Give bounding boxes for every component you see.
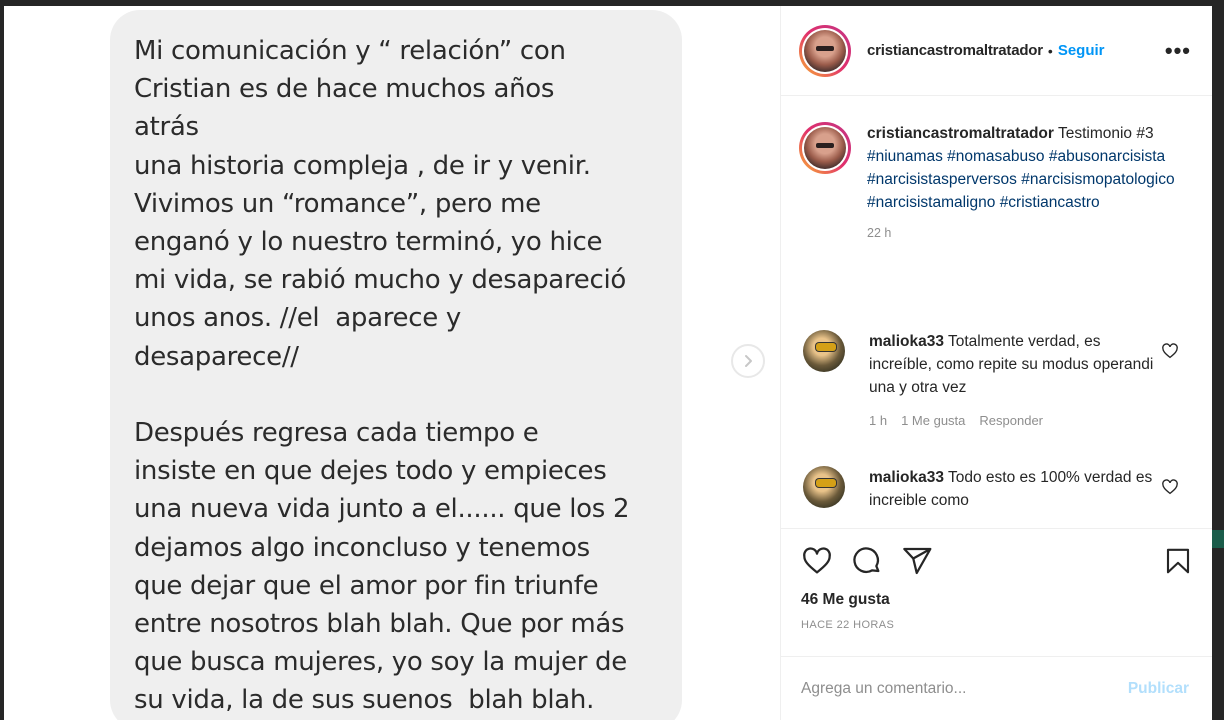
commenter-avatar[interactable] [803, 330, 845, 372]
comment-time[interactable]: 1 h [869, 413, 887, 428]
post-caption: cristiancastromaltratador Testimonio #3 … [799, 122, 1199, 240]
commenter-avatar[interactable] [803, 466, 845, 508]
follow-button[interactable]: Seguir [1058, 42, 1105, 59]
message-bubble: Mi comunicación y “ relación” con Cristi… [110, 10, 682, 720]
separator-dot: • [1047, 42, 1053, 59]
hashtag-link[interactable]: #abusonarcisista [1049, 148, 1165, 165]
more-options-icon[interactable]: ••• [1165, 38, 1191, 64]
post-header: cristiancastromaltratador • Seguir ••• [781, 6, 1212, 96]
comment-input[interactable] [801, 679, 1128, 698]
comment-bubble-icon[interactable] [851, 545, 883, 577]
posted-time[interactable]: HACE 22 HORAS [801, 619, 1193, 631]
share-send-icon[interactable] [901, 545, 933, 577]
caption-avatar[interactable] [799, 122, 851, 174]
caption-text: cristiancastromaltratador Testimonio #3 … [867, 122, 1197, 214]
hashtag-link[interactable]: #narcisismopatologico [1021, 171, 1174, 188]
next-slide-button[interactable] [731, 344, 765, 378]
comment-item: malioka33 Totalmente verdad, es increíbl… [803, 330, 1203, 428]
hashtag-link[interactable]: #narcisistasperversos [867, 171, 1017, 188]
bookmark-icon[interactable] [1163, 545, 1193, 577]
chevron-right-icon [741, 354, 755, 368]
hashtag-link[interactable]: #nomasabuso [947, 148, 1044, 165]
post-sidebar: cristiancastromaltratador • Seguir ••• c… [780, 6, 1212, 720]
hashtag-link[interactable]: #cristiancastro [1000, 194, 1100, 211]
post-modal: Mi comunicación y “ relación” con Cristi… [4, 6, 1212, 720]
message-text: Mi comunicación y “ relación” con Cristi… [134, 36, 630, 716]
publish-button[interactable]: Publicar [1128, 680, 1189, 698]
caption-username[interactable]: cristiancastromaltratador [867, 125, 1054, 142]
hashtag-link[interactable]: #niunamas [867, 148, 943, 165]
comment-item: malioka33 Todo esto es 100% verdad es in… [803, 466, 1203, 512]
author-username[interactable]: cristiancastromaltratador [867, 42, 1043, 59]
author-avatar[interactable] [799, 24, 851, 77]
heart-icon[interactable] [1161, 478, 1179, 496]
commenter-username[interactable]: malioka33 [869, 333, 944, 350]
comment-likes[interactable]: 1 Me gusta [901, 413, 965, 428]
caption-time[interactable]: 22 h [867, 226, 1199, 240]
commenter-username[interactable]: malioka33 [869, 469, 944, 486]
heart-icon[interactable] [1161, 342, 1179, 360]
post-media: Mi comunicación y “ relación” con Cristi… [4, 6, 780, 720]
reply-button[interactable]: Responder [979, 413, 1043, 428]
background-strip [1212, 530, 1224, 548]
caption-body: Testimonio #3 [1057, 125, 1154, 142]
add-comment-bar: Publicar [781, 656, 1212, 720]
post-actions: 46 Me gusta HACE 22 HORAS [781, 528, 1212, 664]
like-heart-icon[interactable] [801, 545, 833, 577]
likes-count[interactable]: 46 Me gusta [801, 591, 1193, 609]
hashtag-link[interactable]: #narcisistamaligno [867, 194, 995, 211]
